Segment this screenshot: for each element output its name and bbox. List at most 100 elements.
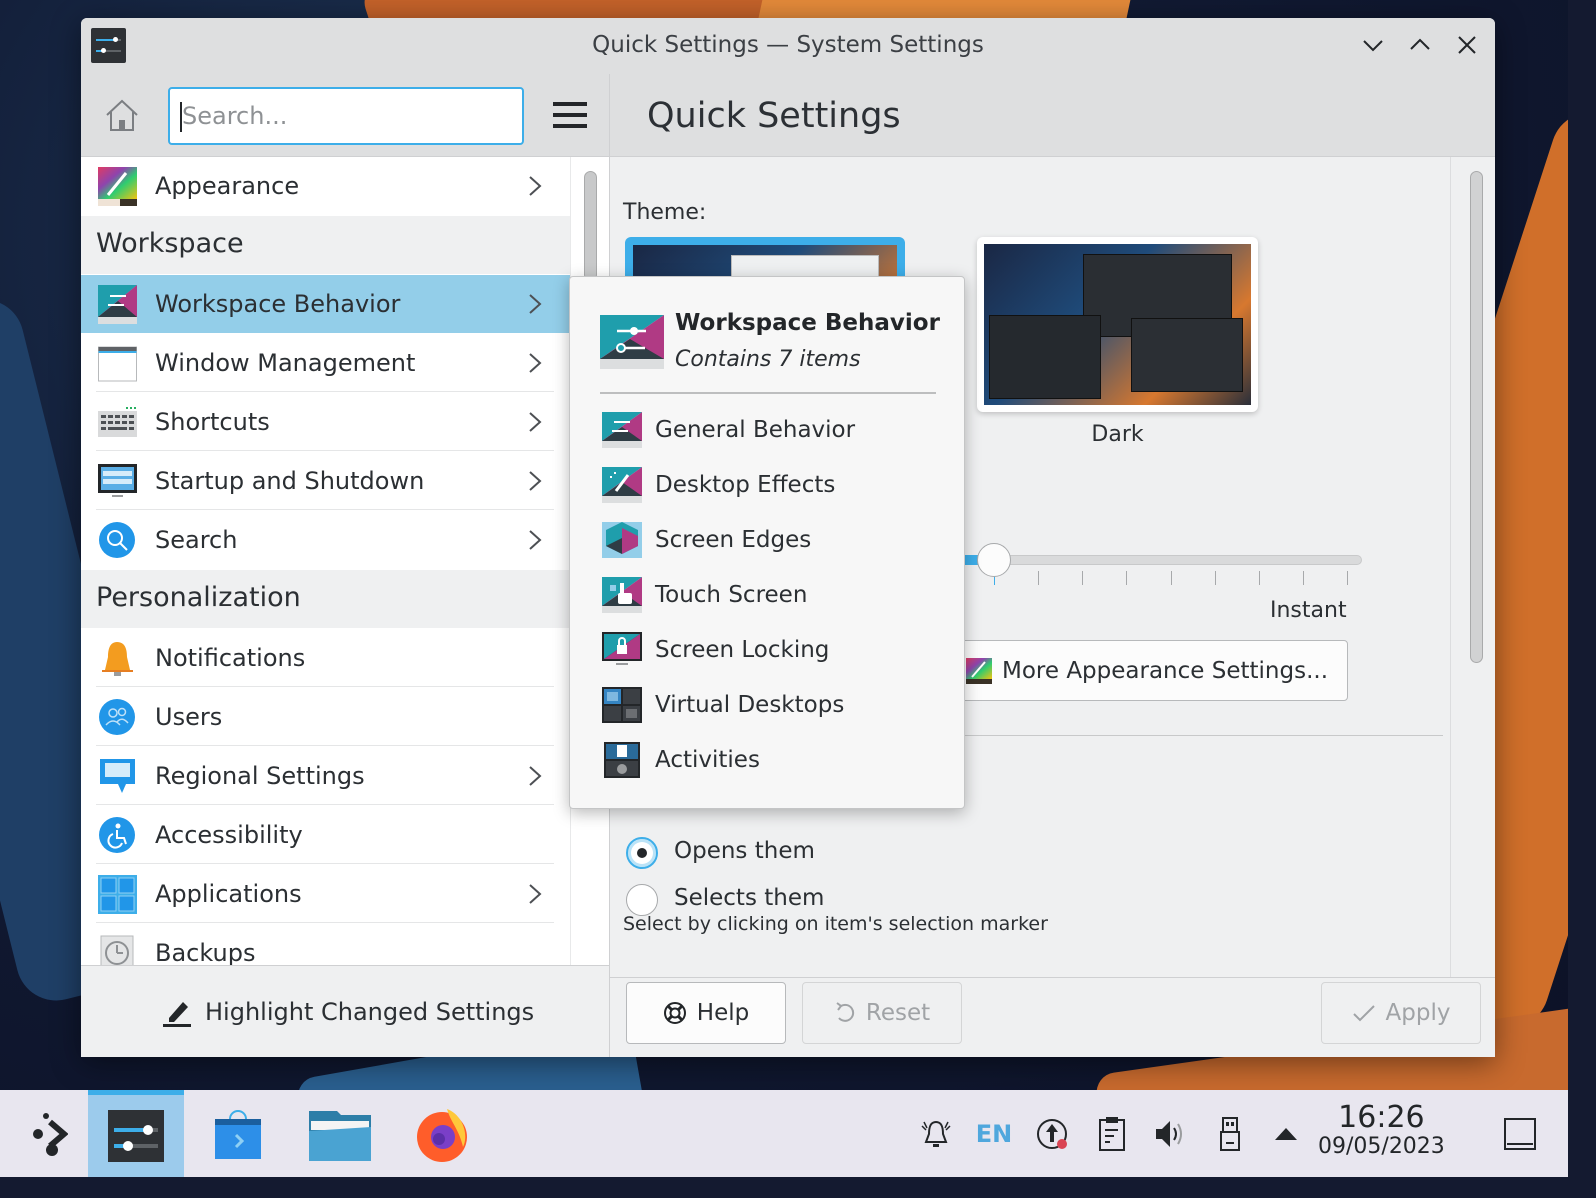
close-button[interactable] — [1454, 32, 1480, 58]
show-desktop-button[interactable] — [1500, 1114, 1540, 1154]
tray-clipboard[interactable] — [1092, 1114, 1132, 1154]
radio-label-selects-them[interactable]: Selects them — [674, 885, 824, 911]
popup-item-screen-edges[interactable]: Screen Edges — [590, 515, 946, 565]
application-launcher-button[interactable] — [0, 1090, 84, 1177]
sidebar-item-startup-and-shutdown[interactable]: Startup and Shutdown — [81, 452, 570, 510]
sidebar-item-label: Applications — [155, 880, 302, 908]
discover-icon — [215, 1109, 261, 1159]
search-input[interactable] — [168, 87, 524, 145]
sidebar-footer: Highlight Changed Settings — [81, 965, 609, 1057]
chevron-right-icon — [529, 530, 542, 550]
update-icon — [1037, 1119, 1067, 1149]
sidebar-item-applications[interactable]: Applications — [81, 865, 570, 923]
clock-date: 09/05/2023 — [1318, 1134, 1445, 1159]
popup-item-desktop-effects[interactable]: Desktop Effects — [590, 460, 946, 510]
title-bar[interactable]: Quick Settings — System Settings — [81, 18, 1495, 74]
sidebar-item-regional-settings[interactable]: Regional Settings — [81, 747, 570, 805]
text-caret — [180, 102, 182, 132]
radio-selects-them[interactable] — [626, 884, 658, 916]
animation-speed-slider-track[interactable] — [950, 555, 1362, 565]
animation-speed-slider-handle[interactable] — [977, 543, 1011, 577]
page-title: Quick Settings — [647, 96, 901, 136]
chevron-right-icon — [529, 471, 542, 491]
popup-item-screen-locking[interactable]: Screen Locking — [590, 625, 946, 675]
sidebar-item-backups[interactable]: Backups — [81, 924, 570, 965]
appearance-icon — [98, 166, 137, 206]
reset-button[interactable]: Reset — [802, 982, 962, 1044]
undo-icon — [836, 1002, 854, 1022]
popup-item-label: Virtual Desktops — [655, 692, 845, 718]
screen-edges-icon — [602, 522, 642, 558]
hamburger-menu-button[interactable] — [553, 102, 587, 128]
sidebar-item-search[interactable]: Search — [81, 511, 570, 569]
chevron-right-icon — [529, 176, 542, 196]
popup-separator — [600, 392, 936, 394]
tray-volume[interactable] — [1150, 1114, 1190, 1154]
window-management-icon — [98, 346, 137, 381]
popup-item-general-behavior[interactable]: General Behavior — [590, 405, 946, 455]
sidebar-section-workspace: Workspace — [81, 216, 570, 274]
radio-opens-them[interactable] — [626, 837, 658, 869]
tray-keyboard-layout[interactable]: EN — [972, 1114, 1016, 1154]
dialog-button-bar: Help Reset Apply — [610, 977, 1495, 1057]
theme-label: Theme: — [623, 200, 707, 225]
taskbar-firefox[interactable] — [396, 1090, 488, 1177]
tray-updates[interactable] — [1032, 1114, 1072, 1154]
sidebar-item-window-management[interactable]: Window Management — [81, 334, 570, 392]
radio-label-opens-them[interactable]: Opens them — [674, 838, 815, 864]
sidebar-item-shortcuts[interactable]: Shortcuts — [81, 393, 570, 451]
popup-item-activities[interactable]: Activities — [590, 735, 946, 785]
apply-label: Apply — [1385, 1000, 1451, 1026]
help-button[interactable]: Help — [626, 982, 786, 1044]
applications-icon — [98, 874, 137, 914]
system-settings-icon — [108, 1110, 164, 1162]
chevron-up-icon — [1410, 38, 1430, 50]
sidebar-item-label: Shortcuts — [155, 408, 270, 436]
clipboard-icon — [1099, 1117, 1125, 1151]
apply-button[interactable]: Apply — [1321, 982, 1481, 1044]
click-behavior-hint: Select by clicking on item's selection m… — [623, 913, 1048, 935]
activities-icon — [604, 742, 640, 778]
bell-icon — [102, 641, 133, 676]
desktop-effects-icon — [602, 467, 642, 503]
slider-end-label: Instant — [1270, 598, 1347, 623]
touch-screen-icon — [602, 577, 642, 613]
popup-item-label: General Behavior — [655, 417, 856, 443]
sidebar-item-label: Backups — [155, 939, 256, 965]
highlight-changed-settings-button[interactable]: Highlight Changed Settings — [161, 996, 534, 1028]
taskbar-system-settings[interactable] — [88, 1090, 184, 1177]
accessibility-icon — [99, 816, 135, 853]
tray-notifications[interactable] — [916, 1114, 956, 1154]
maximize-button[interactable] — [1407, 32, 1433, 58]
sidebar-scrollbar-thumb[interactable] — [584, 171, 597, 281]
digital-clock[interactable]: 16:26 09/05/2023 — [1318, 1102, 1445, 1160]
sidebar-item-notifications[interactable]: Notifications — [81, 629, 570, 687]
theme-preview-dark — [984, 244, 1251, 405]
firefox-icon — [417, 1108, 467, 1162]
scrollbar-track[interactable] — [1450, 157, 1451, 977]
taskbar-discover[interactable] — [192, 1090, 284, 1177]
sidebar-section-personalization: Personalization — [81, 570, 570, 628]
sidebar-item-appearance[interactable]: Appearance — [81, 157, 570, 215]
sidebar-item-users[interactable]: Users — [81, 688, 570, 746]
popup-item-label: Screen Locking — [655, 637, 830, 663]
popup-item-label: Activities — [655, 747, 760, 773]
tray-expand-button[interactable] — [1266, 1114, 1306, 1154]
chevron-right-icon — [529, 412, 542, 432]
sidebar: Appearance Workspace Workspace Behavior … — [81, 156, 609, 965]
sidebar-item-label: Window Management — [155, 349, 416, 377]
theme-card-dark[interactable] — [977, 237, 1258, 412]
taskbar-dolphin[interactable] — [294, 1090, 386, 1177]
more-appearance-settings-button[interactable]: More Appearance Settings... — [950, 640, 1348, 701]
popup-item-touch-screen[interactable]: Touch Screen — [590, 570, 946, 620]
sidebar-item-workspace-behavior[interactable]: Workspace Behavior — [81, 275, 570, 333]
sidebar-item-accessibility[interactable]: Accessibility — [81, 806, 570, 864]
slider-tick — [1038, 571, 1040, 585]
home-button[interactable] — [103, 96, 141, 134]
tray-removable-devices[interactable] — [1210, 1114, 1250, 1154]
content-scrollbar-thumb[interactable] — [1470, 171, 1483, 663]
popup-item-virtual-desktops[interactable]: Virtual Desktops — [590, 680, 946, 730]
minimize-button[interactable] — [1360, 32, 1386, 58]
backups-icon — [100, 935, 134, 965]
window-title: Quick Settings — System Settings — [592, 32, 984, 58]
